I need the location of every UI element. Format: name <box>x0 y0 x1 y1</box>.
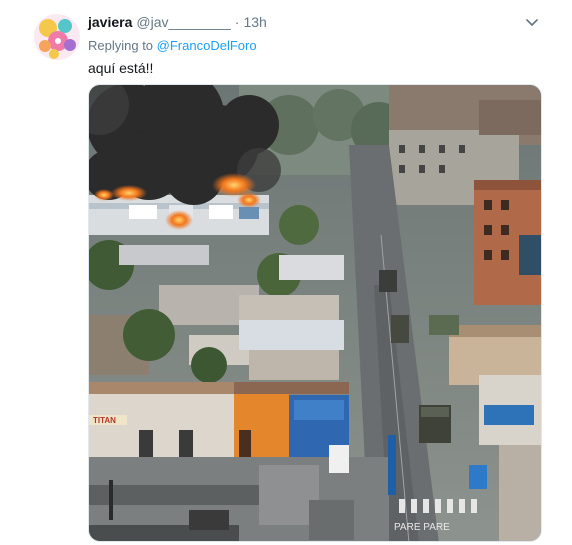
storefront-sign: TITAN <box>93 416 116 425</box>
display-name[interactable]: javiera <box>88 14 132 30</box>
separator-dot: · <box>234 14 240 30</box>
tweet: javiera @jav________ · 13h Replying to @… <box>0 0 572 545</box>
tweet-photo[interactable]: TITAN PARE PARE <box>88 84 542 542</box>
replying-to-line: Replying to @FrancoDelForo <box>88 38 257 53</box>
tweet-text: aquí está!! <box>88 60 154 76</box>
tweet-header: javiera @jav________ · 13h <box>88 14 267 32</box>
replying-prefix: Replying to <box>88 38 154 53</box>
user-avatar[interactable] <box>34 14 80 60</box>
road-marking: PARE PARE <box>394 522 450 533</box>
city-fire-photo: TITAN PARE PARE <box>89 85 541 541</box>
sticker-avatar-icon <box>34 14 80 60</box>
reply-mention-link[interactable]: @FrancoDelForo <box>157 38 257 53</box>
chevron-down-icon <box>526 19 538 26</box>
tweet-menu-button[interactable] <box>524 16 540 30</box>
timestamp[interactable]: 13h <box>243 14 266 30</box>
user-handle[interactable]: @jav________ <box>136 14 230 30</box>
